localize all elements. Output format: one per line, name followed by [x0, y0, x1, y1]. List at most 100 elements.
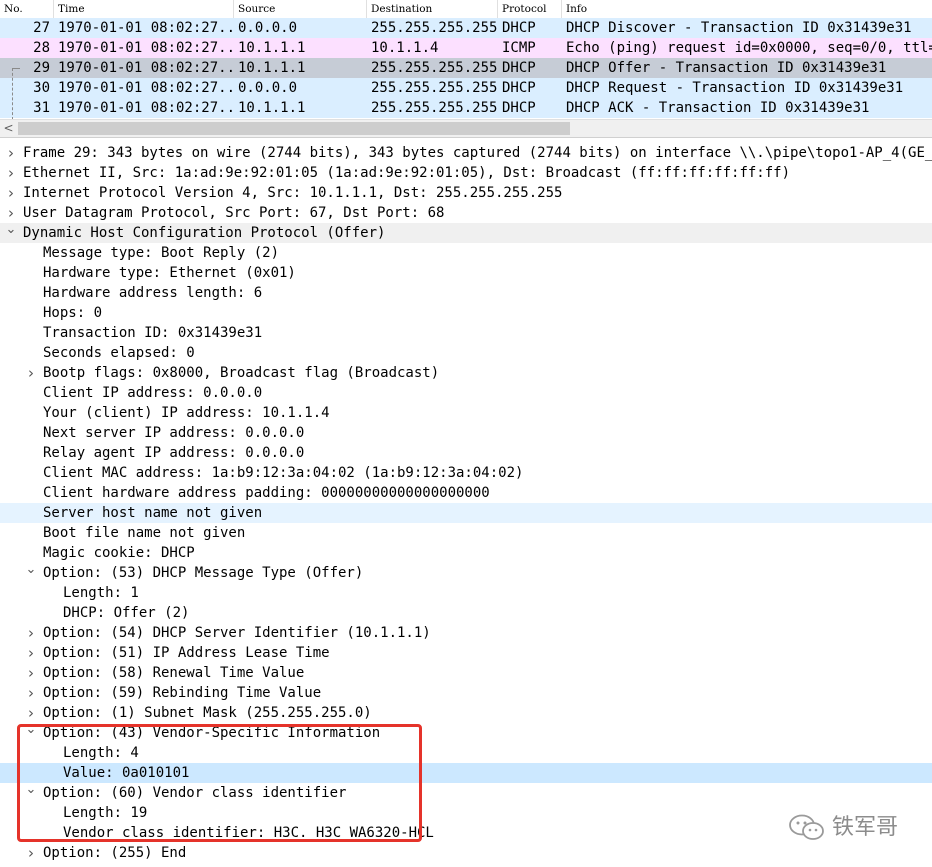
packet-list[interactable]: No. Time Source Destination Protocol Inf… [0, 0, 932, 120]
detail-row[interactable]: › Option: (59) Rebinding Time Value [0, 683, 932, 703]
chevron-right-icon[interactable]: › [24, 623, 38, 643]
detail-text: Bootp flags: 0x8000, Broadcast flag (Bro… [43, 365, 440, 381]
detail-row[interactable]: Next server IP address: 0.0.0.0 [0, 423, 932, 443]
detail-row[interactable]: Seconds elapsed: 0 [0, 343, 932, 363]
detail-row[interactable]: › Frame 29: 343 bytes on wire (2744 bits)… [0, 143, 932, 163]
scrollbar-thumb[interactable] [18, 122, 570, 135]
detail-row[interactable]: › Internet Protocol Version 4, Src: 10.1.… [0, 183, 932, 203]
detail-row[interactable]: Message type: Boot Reply (2) [0, 243, 932, 263]
chevron-down-icon[interactable]: ⌄ [24, 783, 38, 803]
detail-text: Hardware type: Ethernet (0x01) [43, 265, 296, 281]
chevron-down-icon[interactable]: ⌄ [4, 223, 18, 243]
chevron-right-icon[interactable]: › [24, 843, 38, 863]
chevron-right-icon[interactable]: › [4, 183, 18, 203]
detail-row[interactable]: Magic cookie: DHCP [0, 543, 932, 563]
cell-info: Echo (ping) request id=0x0000, seq=0/0, … [566, 40, 932, 56]
detail-text: Magic cookie: DHCP [43, 545, 195, 561]
chevron-right-icon[interactable]: › [24, 643, 38, 663]
cell-time: 1970-01-01 08:02:27... [58, 40, 234, 56]
chevron-right-icon[interactable]: › [24, 703, 38, 723]
detail-row[interactable]: › Bootp flags: 0x8000, Broadcast flag (Br… [0, 363, 932, 383]
detail-text: Boot file name not given [43, 525, 246, 541]
detail-text: Client IP address: 0.0.0.0 [43, 385, 263, 401]
detail-row[interactable]: Hops: 0 [0, 303, 932, 323]
detail-text: Option: (51) IP Address Lease Time [43, 645, 330, 661]
cell-destination: 255.255.255.255 [371, 20, 498, 36]
detail-row[interactable]: ⌄ Option: (60) Vendor class identifier [0, 783, 932, 803]
chevron-down-icon[interactable]: ⌄ [24, 563, 38, 583]
chevron-right-icon[interactable]: › [24, 663, 38, 683]
column-header-info[interactable]: Info [562, 0, 932, 18]
detail-text: Value: 0a010101 [63, 765, 190, 781]
detail-row[interactable]: ⌄ Option: (43) Vendor-Specific Informatio… [0, 723, 932, 743]
detail-row[interactable]: Client hardware address padding: 0000000… [0, 483, 932, 503]
column-header-source[interactable]: Source [234, 0, 367, 18]
detail-text: Option: (255) End [43, 845, 187, 861]
detail-row[interactable]: Client IP address: 0.0.0.0 [0, 383, 932, 403]
cell-source: 0.0.0.0 [238, 20, 298, 36]
detail-text: Internet Protocol Version 4, Src: 10.1.1… [23, 185, 563, 201]
packet-row[interactable]: 28 1970-01-01 08:02:27... 10.1.1.1 10.1.1.4… [0, 38, 932, 58]
detail-text: Hardware address length: 6 [43, 285, 263, 301]
watermark-text: 铁军哥 [832, 815, 899, 840]
packet-row[interactable]: 31 1970-01-01 08:02:27... 10.1.1.1 255.255.… [0, 98, 932, 118]
cell-info: DHCP Offer - Transaction ID 0x31439e31 [566, 60, 887, 76]
detail-row[interactable]: › Option: (54) DHCP Server Identifier (10… [0, 623, 932, 643]
packet-row-selected[interactable]: 29 1970-01-01 08:02:27... 10.1.1.1 255.255.… [0, 58, 932, 78]
detail-row[interactable]: DHCP: Offer (2) [0, 603, 932, 623]
detail-row[interactable]: Client MAC address: 1a:b9:12:3a:04:02 (1… [0, 463, 932, 483]
detail-text: Length: 4 [63, 745, 139, 761]
cell-source: 0.0.0.0 [238, 80, 298, 96]
detail-text: Transaction ID: 0x31439e31 [43, 325, 263, 341]
chevron-right-icon[interactable]: › [24, 683, 38, 703]
cell-time: 1970-01-01 08:02:27... [58, 100, 234, 116]
cell-destination: 10.1.1.4 [371, 40, 439, 56]
detail-row[interactable]: Length: 4 [0, 743, 932, 763]
detail-row[interactable]: ⌄ Dynamic Host Configuration Protocol (Of… [0, 223, 932, 243]
cell-info: DHCP Request - Transaction ID 0x31439e31 [566, 80, 904, 96]
cell-protocol: DHCP [502, 60, 536, 76]
packet-details-tree[interactable]: › Frame 29: 343 bytes on wire (2744 bits)… [0, 143, 932, 867]
cell-info: DHCP Discover - Transaction ID 0x31439e3… [566, 20, 912, 36]
detail-row[interactable]: ⌄ Option: (53) DHCP Message Type (Offer) [0, 563, 932, 583]
detail-text: Next server IP address: 0.0.0.0 [43, 425, 305, 441]
detail-row[interactable]: › Ethernet II, Src: 1a:ad:9e:92:01:05 (1a… [0, 163, 932, 183]
cell-protocol: ICMP [502, 40, 536, 56]
detail-text: Seconds elapsed: 0 [43, 345, 195, 361]
chevron-right-icon[interactable]: › [24, 363, 38, 383]
detail-row[interactable]: Relay agent IP address: 0.0.0.0 [0, 443, 932, 463]
packet-row[interactable]: 27 1970-01-01 08:02:27... 0.0.0.0 255.255.2… [0, 18, 932, 38]
cell-no: 30 [33, 80, 50, 96]
detail-row[interactable]: Server host name not given [0, 503, 932, 523]
detail-text: User Datagram Protocol, Src Port: 67, Ds… [23, 205, 445, 221]
cell-source: 10.1.1.1 [238, 60, 306, 76]
detail-text: Your (client) IP address: 10.1.1.4 [43, 405, 330, 421]
detail-row[interactable]: Hardware address length: 6 [0, 283, 932, 303]
column-header-destination[interactable]: Destination [367, 0, 498, 18]
detail-text: Client MAC address: 1a:b9:12:3a:04:02 (1… [43, 465, 524, 481]
detail-row[interactable]: Value: 0a010101 [0, 763, 932, 783]
packet-row[interactable]: 30 1970-01-01 08:02:27... 0.0.0.0 255.255.2… [0, 78, 932, 98]
detail-row[interactable]: Length: 1 [0, 583, 932, 603]
detail-row[interactable]: › Option: (51) IP Address Lease Time [0, 643, 932, 663]
horizontal-scrollbar[interactable]: < [0, 119, 932, 138]
detail-row[interactable]: Boot file name not given [0, 523, 932, 543]
packet-list-header: No. Time Source Destination Protocol Inf… [0, 0, 932, 19]
chevron-right-icon[interactable]: › [4, 143, 18, 163]
detail-text: Option: (1) Subnet Mask (255.255.255.0) [43, 705, 372, 721]
column-header-protocol[interactable]: Protocol [498, 0, 562, 18]
cell-no: 29 [33, 60, 50, 76]
detail-row[interactable]: Hardware type: Ethernet (0x01) [0, 263, 932, 283]
detail-row[interactable]: Your (client) IP address: 10.1.1.4 [0, 403, 932, 423]
column-header-time[interactable]: Time [54, 0, 234, 18]
detail-row[interactable]: › Option: (58) Renewal Time Value [0, 663, 932, 683]
scroll-left-icon[interactable]: < [0, 120, 17, 137]
chevron-right-icon[interactable]: › [4, 163, 18, 183]
cell-source: 10.1.1.1 [238, 40, 306, 56]
detail-row[interactable]: › Option: (1) Subnet Mask (255.255.255.0) [0, 703, 932, 723]
column-header-no[interactable]: No. [0, 0, 54, 18]
detail-row[interactable]: › User Datagram Protocol, Src Port: 67, D… [0, 203, 932, 223]
chevron-down-icon[interactable]: ⌄ [24, 723, 38, 743]
detail-row[interactable]: Transaction ID: 0x31439e31 [0, 323, 932, 343]
chevron-right-icon[interactable]: › [4, 203, 18, 223]
